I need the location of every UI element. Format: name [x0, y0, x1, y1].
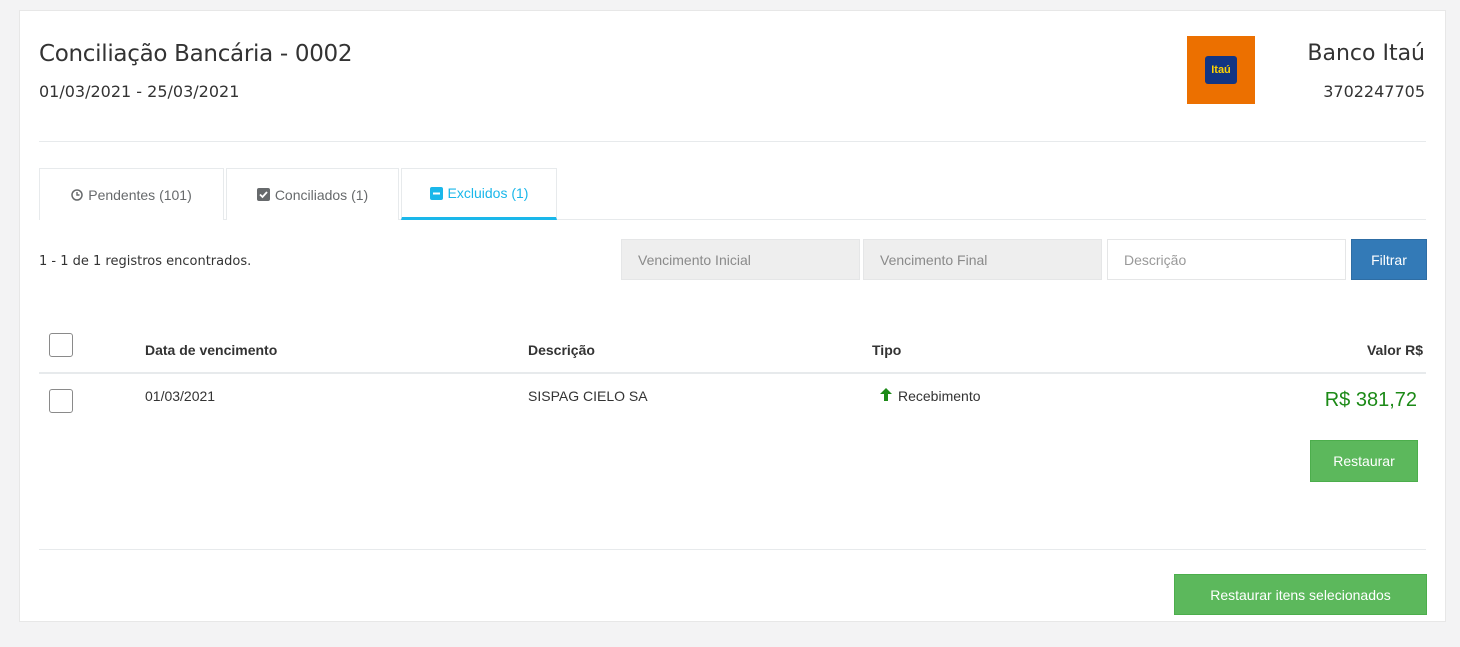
- tab-label: Pendentes (101): [88, 186, 192, 203]
- filter-button[interactable]: Filtrar: [1351, 239, 1427, 280]
- row-checkbox[interactable]: [49, 389, 73, 413]
- clock-icon: [71, 188, 83, 201]
- header-divider: [39, 141, 1426, 142]
- bank-logo-mark: Itaú: [1205, 56, 1237, 84]
- table-header-divider: [39, 372, 1426, 374]
- bank-account-number: 3702247705: [1323, 82, 1425, 101]
- check-square-icon: [256, 188, 270, 201]
- col-header-type: Tipo: [872, 342, 902, 358]
- col-header-date: Data de vencimento: [145, 342, 278, 358]
- description-input[interactable]: [1107, 239, 1346, 280]
- row-type-label: Recebimento: [898, 388, 981, 404]
- tab-label: Conciliados (1): [274, 186, 369, 203]
- row-value: R$ 381,72: [1324, 389, 1417, 411]
- tab-pendentes[interactable]: Pendentes (101): [39, 168, 224, 220]
- tab-label: Excluidos (1): [447, 185, 529, 201]
- bank-logo: Itaú: [1187, 36, 1255, 104]
- select-all-checkbox[interactable]: [49, 333, 73, 357]
- restore-selected-button[interactable]: Restaurar itens selecionados: [1174, 574, 1427, 615]
- arrow-up-icon: [880, 388, 892, 404]
- end-date-input[interactable]: [863, 239, 1102, 280]
- row-date: 01/03/2021: [145, 388, 216, 404]
- col-header-value: Valor R$: [1366, 342, 1423, 358]
- row-type: Recebimento: [880, 388, 981, 404]
- tab-conciliados[interactable]: Conciliados (1): [226, 168, 399, 220]
- tab-excluidos[interactable]: Excluidos (1): [401, 168, 557, 220]
- bank-name: Banco Itaú: [1307, 41, 1425, 66]
- date-range: 01/03/2021 - 25/03/2021: [39, 82, 240, 101]
- page-title: Conciliação Bancária - 0002: [39, 41, 353, 67]
- reconciliation-card: Conciliação Bancária - 0002 01/03/2021 -…: [19, 10, 1446, 622]
- tab-bar: Pendentes (101) Conciliados (1) Excluido…: [39, 168, 1426, 220]
- start-date-input[interactable]: [621, 239, 860, 280]
- restore-button[interactable]: Restaurar: [1310, 440, 1418, 482]
- col-header-description: Descrição: [528, 342, 595, 358]
- results-count: 1 - 1 de 1 registros encontrados.: [39, 254, 252, 269]
- footer-divider: [39, 549, 1426, 550]
- row-description: SISPAG CIELO SA: [528, 388, 648, 404]
- minus-square-icon: [429, 186, 443, 200]
